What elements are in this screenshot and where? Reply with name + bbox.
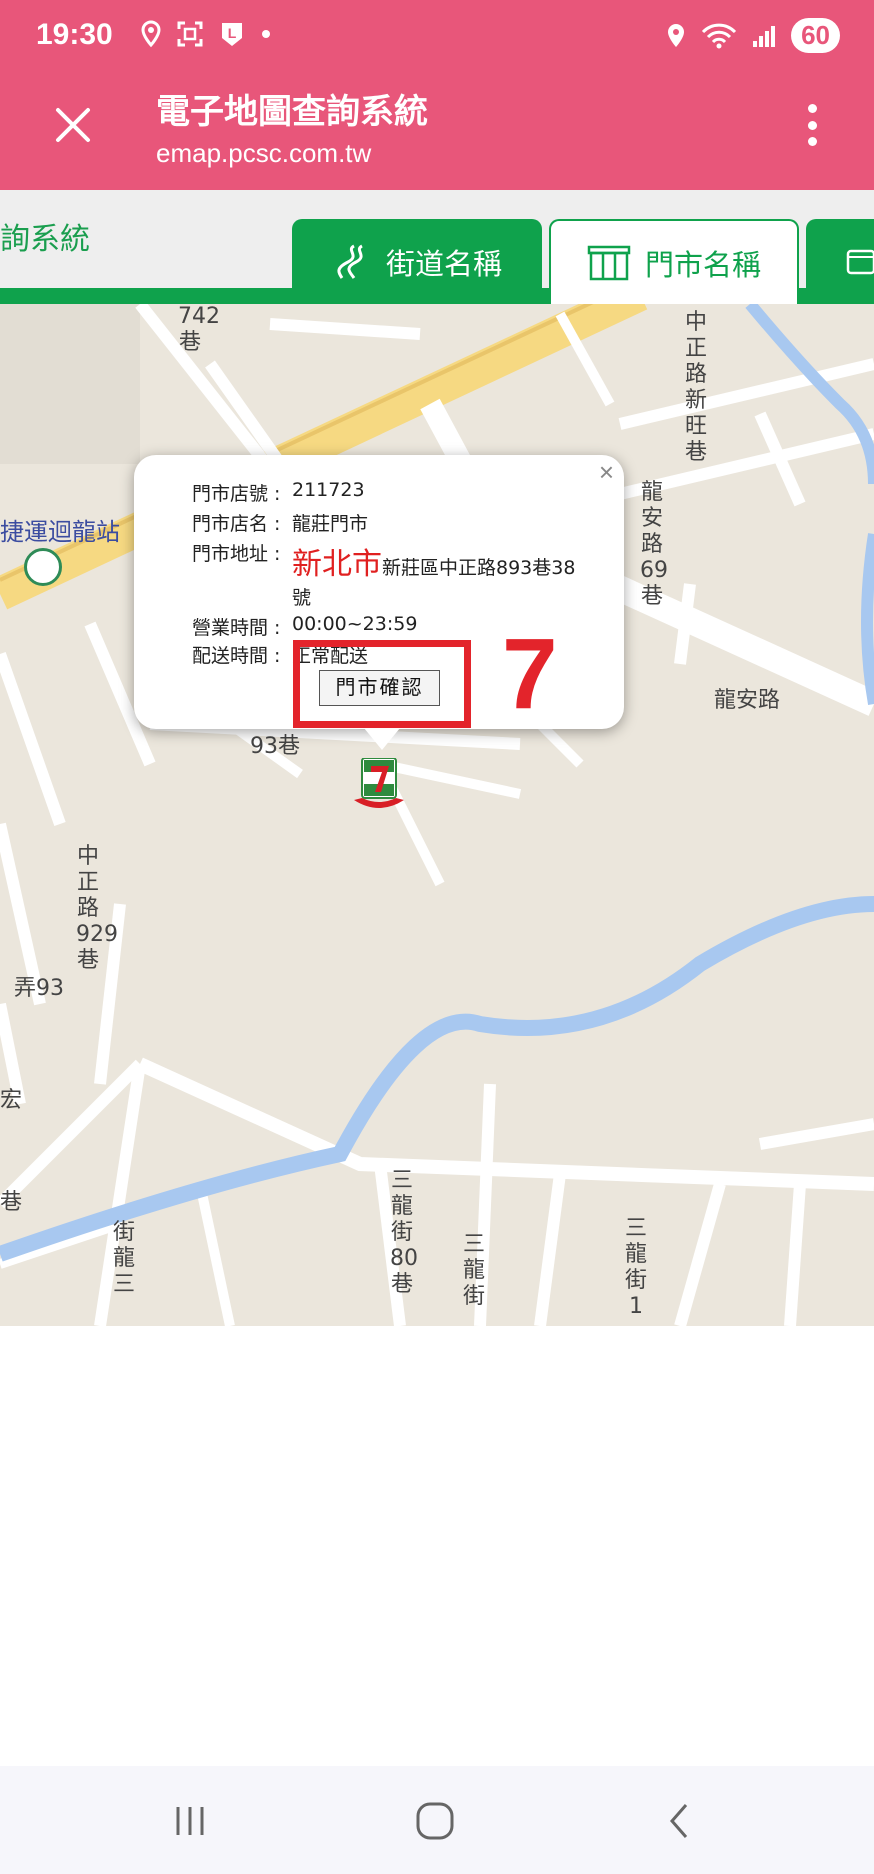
line-app-icon: L — [222, 23, 242, 46]
site-title: 詢系統 — [0, 222, 90, 257]
map-label: 中正路新旺巷 — [684, 310, 707, 465]
map-label: 弄93 — [14, 976, 64, 1001]
recent-apps-button[interactable] — [160, 1796, 220, 1846]
svg-text:L: L — [228, 25, 237, 41]
store-7-eleven-icon[interactable] — [350, 758, 408, 816]
menu-dot — [807, 104, 817, 113]
store-id-row: 門市店號 : 211723 — [192, 479, 365, 506]
delivery-label: 配送時間 : — [192, 645, 281, 667]
location-icon — [668, 23, 685, 47]
map-label: 中正路929巷 — [76, 844, 118, 973]
battery-indicator: 60 — [791, 18, 840, 53]
wifi-icon — [701, 23, 737, 48]
storefront-icon — [587, 245, 631, 280]
menu-dot — [807, 137, 817, 146]
status-time: 19:30 — [36, 18, 113, 51]
map-label: 巷 — [0, 1190, 23, 1215]
tab-more[interactable] — [806, 219, 874, 304]
signal-icon — [753, 25, 776, 47]
store-address-label: 門市地址 : — [192, 543, 281, 565]
more-options-button[interactable] — [806, 104, 818, 146]
metro-station-icon — [24, 548, 62, 586]
station-label: 捷運迴龍站 — [0, 518, 120, 546]
back-button[interactable] — [650, 1796, 710, 1846]
map-label: 三龍街 — [462, 1232, 485, 1309]
map-label: 三龍街1 — [624, 1216, 647, 1319]
page-url: emap.pcsc.com.tw — [156, 138, 372, 168]
status-icons-left: L — [140, 20, 272, 48]
system-nav-bar — [0, 1766, 874, 1874]
map-label: 93巷 — [250, 734, 300, 759]
map-label: 龍安路 — [714, 688, 781, 713]
recent-apps-icon — [176, 1807, 204, 1835]
tab-store-name[interactable]: 門市名稱 — [549, 219, 799, 304]
map-label: 龍安路69巷 — [640, 480, 668, 609]
scan-icon — [177, 21, 203, 47]
status-icons-right: 60 — [665, 18, 840, 53]
map-label: 街龍三 — [112, 1220, 135, 1297]
address-city: 新北市 — [292, 547, 382, 582]
step-number: 7 — [502, 618, 558, 730]
map-label: 三龍街80巷 — [390, 1168, 418, 1297]
popup-pointer — [364, 728, 400, 750]
address-street: 新莊區中正路893巷38 — [382, 557, 576, 579]
store-address-row: 門市地址 : 新北市新莊區中正路893巷38 號 — [192, 539, 592, 610]
home-button[interactable] — [405, 1796, 465, 1846]
screen: 19:30 L 60 電子地圖查詢系統 emap.pcsc.com.tw 詢系統… — [0, 0, 874, 1874]
home-icon — [416, 1802, 454, 1840]
store-id-value: 211723 — [292, 479, 365, 501]
tab-label: 門市名稱 — [644, 247, 761, 282]
tab-label: 街道名稱 — [385, 246, 502, 281]
menu-dot — [807, 120, 817, 130]
store-name-label: 門市店名 : — [192, 513, 281, 535]
store-address-value: 新北市新莊區中正路893巷38 號 — [292, 539, 592, 610]
hours-value: 00:00~23:59 — [292, 613, 418, 635]
back-icon — [670, 1804, 688, 1838]
address-street-end: 號 — [292, 587, 312, 609]
page-title: 電子地圖查詢系統 — [156, 92, 428, 132]
close-icon[interactable] — [48, 100, 98, 150]
location-pin-icon — [141, 20, 161, 48]
dot-icon — [262, 30, 270, 38]
store-name-value: 龍莊門市 — [292, 513, 369, 535]
store-id-label: 門市店號 : — [192, 483, 281, 505]
store-name-row: 門市店名 : 龍莊門市 — [192, 509, 368, 536]
highlight-box — [293, 640, 471, 728]
hours-label: 營業時間 : — [192, 617, 281, 639]
popup-close-button[interactable]: × — [599, 457, 614, 488]
map-label: 宏 — [0, 1088, 23, 1113]
hours-row: 營業時間 : 00:00~23:59 — [192, 613, 417, 640]
store-7-icon — [846, 249, 874, 274]
tab-street-name[interactable]: 街道名稱 — [292, 219, 542, 304]
map-label: 742巷 — [178, 304, 220, 355]
app-bar: 19:30 L 60 電子地圖查詢系統 emap.pcsc.com.tw — [0, 0, 874, 190]
road-icon — [337, 244, 363, 279]
